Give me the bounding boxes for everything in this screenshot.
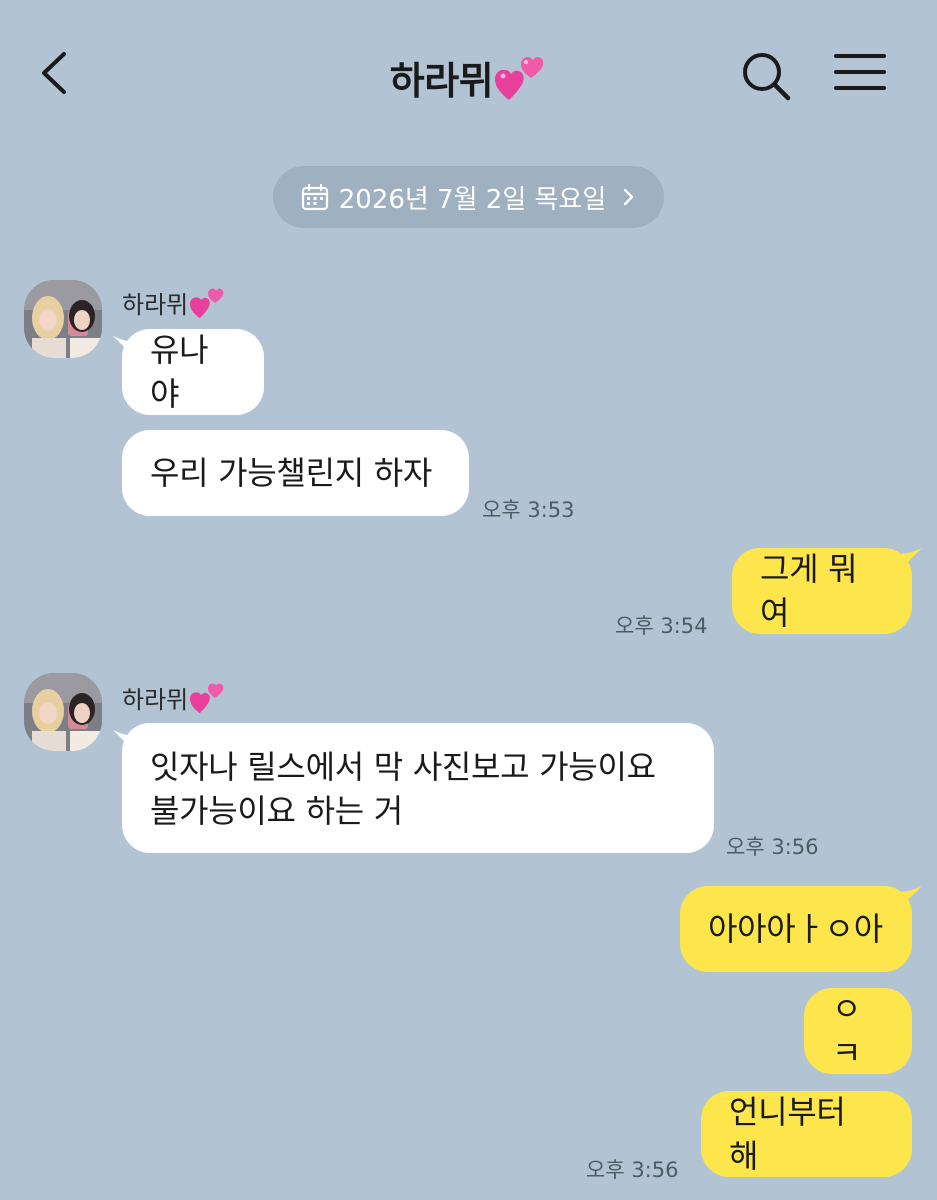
chevron-right-icon [624, 188, 634, 206]
message-text-line: 잇자나 릴스에서 막 사진보고 가능이요 [150, 748, 656, 786]
profile-photo [24, 673, 102, 751]
my-message-bubble[interactable]: ㅇㅋ [804, 988, 912, 1074]
message-text: 유나야 [150, 331, 209, 413]
profile-photo [24, 280, 102, 358]
message-bubble[interactable]: 유나야 [122, 329, 264, 415]
message-text: 언니부터 해 [729, 1093, 846, 1175]
message-time: 오후 3:53 [482, 498, 575, 522]
message-text: 아아아ㅏㅇ아 [708, 910, 883, 948]
my-message-bubble[interactable]: 언니부터 해 [701, 1091, 912, 1177]
chat-title-text: 하라뮈 [389, 59, 494, 103]
sender-name: 하라뮈 [122, 680, 226, 715]
message-text: ㅇㅋ [832, 990, 862, 1072]
hamburger-menu-icon [834, 54, 886, 90]
date-divider[interactable]: 2026년 7월 2일 목요일 [273, 166, 664, 228]
calendar-icon [301, 183, 328, 211]
my-message-bubble[interactable]: 그게 뭐여 [732, 548, 912, 634]
two-hearts-icon [190, 287, 224, 318]
two-hearts-icon [495, 56, 544, 100]
two-hearts-icon [190, 682, 224, 713]
sender-name-text: 하라뮈 [122, 291, 189, 319]
avatar[interactable] [24, 280, 102, 358]
search-button[interactable] [738, 48, 794, 104]
chat-header: 하라뮈 [0, 0, 937, 150]
message-bubble[interactable]: 잇자나 릴스에서 막 사진보고 가능이요 불가능이요 하는 거 [122, 723, 714, 853]
message-time: 오후 3:56 [586, 1158, 679, 1182]
avatar[interactable] [24, 673, 102, 751]
menu-button[interactable] [832, 50, 888, 94]
message-text: 그게 뭐여 [760, 550, 858, 632]
sender-name: 하라뮈 [122, 285, 226, 320]
bubble-tail [896, 886, 922, 910]
bubble-tail [896, 548, 922, 572]
date-divider-label: 2026년 7월 2일 목요일 [338, 184, 607, 215]
message-bubble[interactable]: 우리 가능챌린지 하자 [122, 430, 469, 516]
message-text-line: 불가능이요 하는 거 [150, 792, 403, 830]
sender-name-text: 하라뮈 [122, 686, 189, 714]
message-time: 오후 3:56 [726, 835, 819, 859]
my-message-bubble[interactable]: 아아아ㅏㅇ아 [680, 886, 912, 972]
search-icon [743, 53, 791, 101]
message-time: 오후 3:54 [615, 614, 708, 638]
message-text: 우리 가능챌린지 하자 [150, 454, 433, 492]
chat-title: 하라뮈 [0, 50, 937, 105]
